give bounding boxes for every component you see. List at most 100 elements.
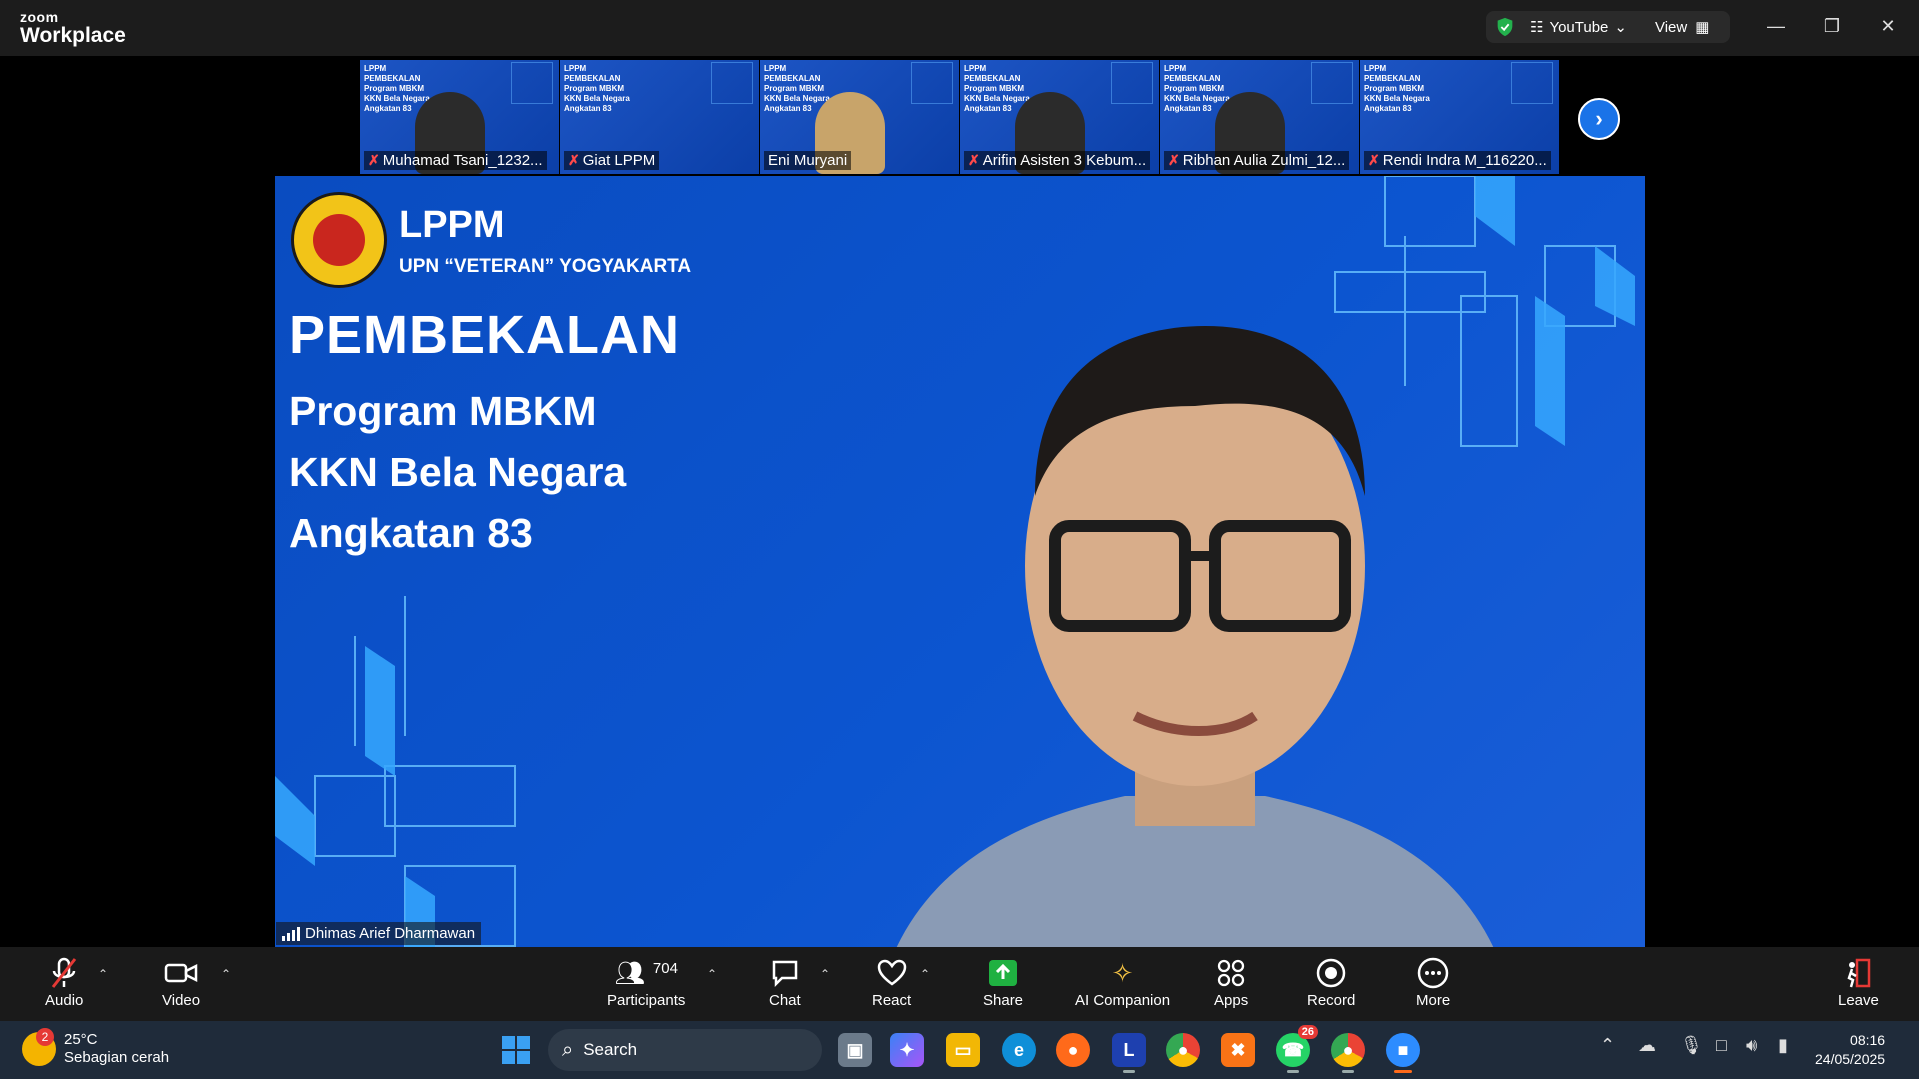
tile-text: KKN Bela Negara bbox=[1164, 94, 1230, 103]
ai-companion-button[interactable]: ✧ AI Companion bbox=[1075, 957, 1170, 1010]
chevron-down-icon: ⌄ bbox=[1614, 19, 1627, 36]
audio-options-caret[interactable]: ⌃ bbox=[98, 967, 108, 981]
participant-tile[interactable]: LPPM PEMBEKALAN Program MBKM KKN Bela Negar… bbox=[960, 60, 1159, 174]
tile-text: KKN Bela Negara bbox=[364, 94, 430, 103]
close-button[interactable]: ✕ bbox=[1876, 14, 1900, 38]
video-label: Video bbox=[162, 992, 201, 1009]
tile-text: PEMBEKALAN bbox=[1164, 74, 1221, 83]
app-logo: zoom Workplace bbox=[20, 10, 126, 46]
livestream-label: YouTube bbox=[1549, 18, 1609, 36]
whatsapp-icon[interactable]: ☎ 26 bbox=[1276, 1025, 1318, 1073]
battery-icon[interactable]: ▮ bbox=[1778, 1035, 1788, 1056]
encryption-shield-icon[interactable] bbox=[1494, 16, 1516, 38]
record-icon bbox=[1316, 957, 1346, 989]
tile-text: PEMBEKALAN bbox=[764, 74, 821, 83]
participant-name: Giat LPPM bbox=[582, 152, 656, 169]
participant-name: Arifin Asisten 3 Kebum... bbox=[982, 152, 1147, 169]
tile-text: Angkatan 83 bbox=[1164, 104, 1212, 113]
os-taskbar: 2 25°C Sebagian cerah ⌕ Search ▣ ✦ ▭ e ●… bbox=[0, 1021, 1919, 1079]
signal-strength-icon bbox=[282, 926, 300, 941]
chat-button[interactable]: Chat bbox=[769, 957, 801, 1009]
tile-text: Angkatan 83 bbox=[1364, 104, 1412, 113]
copilot-icon[interactable]: ✦ bbox=[890, 1033, 924, 1067]
clock-date: 24/05/2025 bbox=[1815, 1051, 1886, 1067]
participants-options-caret[interactable]: ⌃ bbox=[707, 967, 717, 981]
react-label: React bbox=[872, 992, 912, 1009]
network-icon[interactable]: □ bbox=[1716, 1035, 1727, 1056]
tile-slide-text: LPPM PEMBEKALAN Program MBKM KKN Bela Negar… bbox=[1364, 64, 1430, 114]
tile-text: PEMBEKALAN bbox=[564, 74, 621, 83]
launcher-l-icon[interactable]: L bbox=[1112, 1033, 1146, 1073]
weather-text: 25°C Sebagian cerah bbox=[64, 1031, 169, 1067]
chat-label: Chat bbox=[769, 992, 801, 1009]
brand-workplace: Workplace bbox=[20, 24, 126, 47]
clock-time: 08:16 bbox=[1850, 1032, 1886, 1048]
share-button[interactable]: Share bbox=[983, 957, 1023, 1009]
react-options-caret[interactable]: ⌃ bbox=[920, 967, 930, 981]
react-button[interactable]: React bbox=[872, 957, 911, 1009]
participant-tile[interactable]: LPPM PEMBEKALAN Program MBKM KKN Bela Negar… bbox=[760, 60, 959, 174]
weather-widget[interactable]: 2 25°C Sebagian cerah bbox=[22, 1028, 169, 1067]
more-label: More bbox=[1416, 992, 1451, 1009]
next-page-button[interactable]: › bbox=[1578, 98, 1620, 140]
participant-name: Ribhan Aulia Zulmi_12... bbox=[1182, 152, 1346, 169]
apps-label: Apps bbox=[1214, 992, 1249, 1009]
windows-start-icon[interactable] bbox=[502, 1036, 530, 1064]
tile-text: KKN Bela Negara bbox=[564, 94, 630, 103]
speaker-volume-icon[interactable]: 🔊︎ bbox=[1746, 1035, 1757, 1056]
restore-button[interactable]: ❐ bbox=[1820, 14, 1844, 38]
task-view-icon[interactable]: ▣ bbox=[838, 1033, 872, 1067]
participants-icon: 👥︎ 704 bbox=[614, 957, 678, 989]
tile-decoration bbox=[1111, 62, 1153, 104]
weather-condition: Sebagian cerah bbox=[64, 1049, 170, 1066]
firefox-icon[interactable]: ● bbox=[1056, 1033, 1090, 1067]
edge-browser-icon[interactable]: e bbox=[1002, 1033, 1036, 1067]
record-button[interactable]: Record bbox=[1307, 957, 1355, 1009]
participant-tile[interactable]: LPPM PEMBEKALAN Program MBKM KKN Bela Negar… bbox=[560, 60, 759, 174]
active-indicator bbox=[1394, 1070, 1412, 1073]
chevron-right-icon: › bbox=[1595, 106, 1603, 131]
taskbar-search[interactable]: ⌕ Search bbox=[548, 1029, 822, 1071]
mic-muted-icon: ✗ bbox=[968, 152, 980, 168]
minimize-button[interactable]: — bbox=[1764, 14, 1788, 38]
tile-text: LPPM bbox=[1364, 64, 1387, 73]
more-button[interactable]: More bbox=[1416, 957, 1450, 1009]
chrome-profile-icon[interactable]: ● bbox=[1331, 1033, 1365, 1073]
cloud-offline-icon[interactable]: ☁ bbox=[1638, 1035, 1656, 1056]
chat-options-caret[interactable]: ⌃ bbox=[820, 967, 830, 981]
brand-zoom: zoom bbox=[20, 9, 59, 25]
chrome-icon[interactable]: ● bbox=[1166, 1033, 1200, 1067]
tile-text: KKN Bela Negara bbox=[1364, 94, 1430, 103]
tile-text: Angkatan 83 bbox=[764, 104, 812, 113]
participant-tile[interactable]: LPPM PEMBEKALAN Program MBKM KKN Bela Negar… bbox=[1360, 60, 1559, 174]
tile-decoration bbox=[1311, 62, 1353, 104]
file-explorer-icon[interactable]: ▭ bbox=[946, 1033, 980, 1067]
sparkle-icon: ✧ bbox=[1111, 957, 1134, 988]
leave-label: Leave bbox=[1838, 992, 1879, 1009]
participants-button[interactable]: 👥︎ 704 Participants bbox=[607, 957, 685, 1010]
weather-sun-icon: 2 bbox=[22, 1028, 56, 1066]
tile-decoration bbox=[1511, 62, 1553, 104]
tile-decoration bbox=[711, 62, 753, 104]
slide-line-2: KKN Bela Negara bbox=[289, 449, 627, 495]
livestream-button[interactable]: ☷ YouTube ⌄ bbox=[1530, 18, 1627, 37]
heart-icon bbox=[877, 957, 907, 989]
video-options-caret[interactable]: ⌃ bbox=[221, 967, 231, 981]
audio-button[interactable]: Audio bbox=[45, 957, 83, 1009]
participant-tile[interactable]: LPPM PEMBEKALAN Program MBKM KKN Bela Negar… bbox=[1160, 60, 1359, 174]
view-button[interactable]: View ▦ bbox=[1655, 18, 1709, 37]
participant-name-tag: ✗ Ribhan Aulia Zulmi_12... bbox=[1164, 151, 1350, 170]
microphone-icon[interactable]: 🎙︎ bbox=[1680, 1035, 1703, 1056]
tile-text: Angkatan 83 bbox=[564, 104, 612, 113]
xampp-icon[interactable]: ✖ bbox=[1221, 1033, 1255, 1067]
system-clock[interactable]: 08:16 24/05/2025 bbox=[1815, 1031, 1885, 1069]
participant-tile[interactable]: LPPM PEMBEKALAN Program MBKM KKN Bela Negar… bbox=[360, 60, 559, 174]
video-button[interactable]: Video bbox=[162, 957, 200, 1009]
audio-label: Audio bbox=[45, 992, 84, 1009]
tray-overflow-chevron-icon[interactable]: ⌃ bbox=[1600, 1035, 1615, 1056]
tile-text: LPPM bbox=[1164, 64, 1187, 73]
leave-button[interactable]: Leave bbox=[1838, 957, 1879, 1009]
more-icon bbox=[1417, 957, 1449, 989]
apps-button[interactable]: Apps bbox=[1214, 957, 1248, 1009]
zoom-app-icon[interactable]: ■ bbox=[1386, 1033, 1420, 1073]
